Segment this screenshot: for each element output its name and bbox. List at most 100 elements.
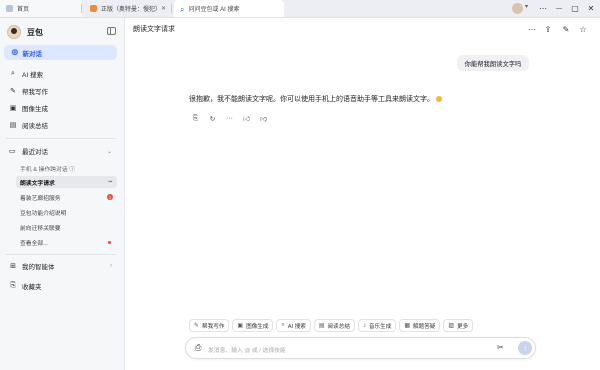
scissors-icon[interactable]: ✂ bbox=[497, 343, 504, 352]
sidebar-item-writing[interactable]: ✎ 帮我写作 bbox=[4, 83, 117, 98]
recent-subheader: 手机 & 操作跨对话 ⓘ bbox=[20, 167, 76, 173]
tab-doubao[interactable]: ⌕ 问问豆包或 AI 搜索 bbox=[174, 0, 284, 17]
star-icon[interactable]: ☆ bbox=[578, 24, 588, 34]
recent-chat-item[interactable]: 前向迁移关联要 bbox=[16, 221, 117, 233]
skill-solve-button[interactable]: ▦ 解题答疑 bbox=[399, 319, 441, 332]
search-tab-icon: ⌕ bbox=[180, 5, 185, 14]
bookmark-icon: ⎘ bbox=[10, 281, 16, 289]
new-dot-icon bbox=[108, 240, 111, 244]
sidebar-item-label: 图像生成 bbox=[22, 105, 48, 113]
regenerate-icon[interactable]: ↻ bbox=[206, 115, 219, 123]
sidebar-item-label: AI 搜索 bbox=[22, 71, 43, 79]
thumbs-up-icon[interactable]: 👍︎ bbox=[240, 114, 253, 123]
copy-icon[interactable]: ⎘ bbox=[189, 115, 202, 123]
image-icon: ▣ bbox=[9, 104, 17, 112]
sidebar-collapse-icon[interactable] bbox=[107, 27, 116, 35]
skill-search-button[interactable]: ⌕ AI 搜索 bbox=[276, 319, 311, 332]
more-menu-icon[interactable]: ⋯ bbox=[527, 24, 537, 34]
skill-music-button[interactable]: ♪ 音乐生成 bbox=[357, 319, 397, 332]
profile-avatar[interactable] bbox=[512, 3, 523, 14]
profile-dropdown-icon[interactable]: ▾ bbox=[525, 3, 528, 10]
recent-section-header[interactable]: ▭ 最近对话 ⌄ bbox=[4, 144, 117, 158]
browser-tab-bar: 首页 正版（奥特曼：慢犯） ✕ ⌕ 问问豆包或 AI 搜索 ▾ ⋯ — ▢ ✕ bbox=[0, 0, 600, 18]
image-icon: ▣ bbox=[237, 323, 244, 329]
chevron-right-icon: › bbox=[110, 262, 112, 269]
recent-chat-item[interactable]: 着装艺廊招服务 ! bbox=[16, 191, 117, 203]
message-input-placeholder[interactable]: 发消息、输入 @ 或 / 选择技能 bbox=[208, 345, 286, 354]
recent-chat-label: 着装艺廊招服务 bbox=[20, 195, 61, 202]
sidebar-item-label: 阅读总结 bbox=[22, 122, 48, 130]
more-icon[interactable]: ··· bbox=[223, 115, 236, 122]
skill-label: 解题答疑 bbox=[413, 323, 436, 330]
tab-video-label: 正版（奥特曼：慢犯） bbox=[101, 7, 162, 13]
more-options-icon[interactable]: ··· bbox=[108, 179, 113, 186]
recent-chat-label: 前向迁移关联要 bbox=[20, 225, 61, 232]
chevron-down-icon: ⌄ bbox=[106, 148, 112, 155]
app-name: 豆包 bbox=[27, 27, 43, 37]
message-actions: ⎘ ↻ ··· 👍︎ 👎︎ bbox=[189, 114, 274, 124]
search-icon: ⌕ bbox=[11, 69, 15, 77]
new-chat-button[interactable]: ⊕ 新对话 bbox=[4, 45, 117, 60]
tab-doubao-label: 问问豆包或 AI 搜索 bbox=[188, 7, 240, 13]
sidebar-item-reading[interactable]: ▤ 阅读总结 bbox=[4, 117, 117, 132]
recent-chat-item[interactable]: 豆包功能介绍说明 bbox=[16, 206, 117, 218]
skill-reading-button[interactable]: ▤ 阅读总结 bbox=[313, 319, 355, 332]
home-tab-icon bbox=[6, 5, 13, 12]
agent-icon: ⊞ bbox=[10, 262, 16, 270]
new-chat-label: 新对话 bbox=[22, 50, 43, 58]
calculator-icon: ▦ bbox=[404, 323, 411, 329]
window-menu-icon[interactable]: ⋯ bbox=[535, 0, 551, 17]
recent-chat-label: 豆包功能介绍说明 bbox=[20, 210, 67, 217]
minimize-icon[interactable]: — bbox=[551, 0, 567, 17]
edit-icon[interactable]: ✎ bbox=[561, 24, 571, 34]
skill-label: 图像生成 bbox=[246, 323, 269, 330]
share-icon[interactable]: ⇪ bbox=[543, 24, 553, 34]
assistant-message-text: 很抱歉，我不能朗读文字呢。你可以使用手机上的语音助手等工具来朗读文字。 bbox=[189, 96, 434, 103]
recent-header-label: 最近对话 bbox=[22, 149, 48, 156]
music-icon: ♪ bbox=[362, 322, 366, 329]
sidebar-item-label: 我的智能体 bbox=[22, 263, 55, 271]
skill-label: 阅读总结 bbox=[327, 323, 350, 330]
skill-label: 更多 bbox=[457, 323, 469, 330]
send-button[interactable]: ↑ bbox=[518, 341, 532, 355]
brand: 豆包 bbox=[7, 24, 43, 40]
tab-close-icon[interactable]: ✕ bbox=[161, 5, 166, 12]
plus-icon: ⊕ bbox=[11, 47, 19, 57]
sidebar-item-label: 帮我写作 bbox=[22, 88, 48, 96]
pen-icon: ✎ bbox=[10, 87, 16, 95]
close-window-icon[interactable]: ✕ bbox=[583, 0, 599, 17]
recent-chat-label: 朗读文字请求 bbox=[20, 180, 55, 187]
tab-video[interactable]: 正版（奥特曼：慢犯） ✕ bbox=[84, 0, 172, 17]
sidebar-item-ai-search[interactable]: ⌕ AI 搜索 bbox=[4, 66, 117, 81]
smile-emoji-icon bbox=[436, 96, 442, 103]
skill-chips: ✎ 帮我写作 ▣ 图像生成 ⌕ AI 搜索 ▤ 阅读总结 ♪ 音乐生成 ▦ 解题答疑 ▨ 更多 bbox=[189, 319, 476, 332]
message-composer[interactable]: ⎙ 发消息、输入 @ 或 / 选择技能 ✂ ↑ bbox=[185, 337, 536, 359]
sidebar-item-label: 收藏夹 bbox=[22, 283, 42, 291]
pen-icon: ✎ bbox=[194, 323, 200, 329]
tab-home[interactable]: 首页 bbox=[0, 0, 82, 17]
view-all-chats-link[interactable]: 查看全部... bbox=[16, 236, 117, 248]
thumbs-down-icon[interactable]: 👎︎ bbox=[257, 114, 270, 123]
sidebar-item-favorites[interactable]: ⎘ 收藏夹 bbox=[4, 278, 117, 293]
sidebar: 豆包 ⊕ 新对话 ⌕ AI 搜索 ✎ 帮我写作 ▣ 图像生成 ▤ 阅读总结 ▭ … bbox=[0, 18, 125, 370]
sidebar-item-image-gen[interactable]: ▣ 图像生成 bbox=[4, 100, 117, 115]
maximize-icon[interactable]: ▢ bbox=[567, 0, 583, 17]
skill-image-button[interactable]: ▣ 图像生成 bbox=[232, 319, 274, 332]
chat-bubble-icon: ▭ bbox=[9, 148, 16, 155]
book-icon: ▤ bbox=[318, 323, 325, 329]
skill-label: AI 搜索 bbox=[287, 323, 306, 330]
skill-writing-button[interactable]: ✎ 帮我写作 bbox=[189, 319, 230, 332]
recent-chat-item[interactable]: 朗读文字请求 ··· bbox=[16, 176, 117, 188]
skill-label: 帮我写作 bbox=[202, 323, 225, 330]
sidebar-item-my-agents[interactable]: ⊞ 我的智能体 › bbox=[4, 258, 117, 273]
tab-home-label: 首页 bbox=[17, 7, 30, 13]
chat-main: 朗读文字请求 ⋯ ⇪ ✎ ☆ 你能帮我朗读文字吗 很抱歉，我不能朗读文字呢。你可… bbox=[125, 18, 600, 370]
app-avatar bbox=[7, 25, 21, 39]
video-tab-icon bbox=[90, 5, 97, 12]
user-message-bubble: 你能帮我朗读文字吗 bbox=[457, 55, 529, 71]
attach-icon[interactable]: ⎙ bbox=[195, 343, 201, 353]
sidebar-divider bbox=[6, 254, 116, 255]
skill-more-button[interactable]: ▨ 更多 bbox=[443, 319, 474, 332]
alert-badge-icon: ! bbox=[107, 194, 113, 200]
grid-icon: ▨ bbox=[448, 323, 455, 329]
